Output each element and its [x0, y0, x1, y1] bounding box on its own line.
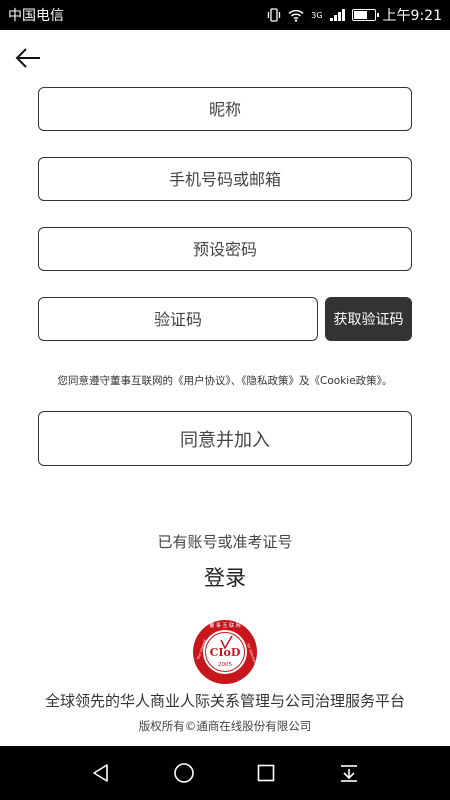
nav-home-button[interactable] — [169, 758, 199, 788]
password-input[interactable] — [39, 228, 411, 270]
vibrate-icon — [268, 8, 281, 22]
nav-back-button[interactable] — [86, 758, 116, 788]
battery-icon — [351, 9, 379, 21]
svg-text:2005: 2005 — [218, 662, 232, 668]
phone-email-input[interactable] — [39, 158, 411, 200]
slogan-text: 全球领先的华人商业人际关系管理与公司治理服务平台 — [44, 692, 405, 710]
arrow-left-icon — [15, 48, 40, 68]
status-icons: 3G 上午9:21 — [267, 5, 442, 25]
clock-label: 上午9:21 — [382, 8, 442, 24]
nickname-field[interactable] — [38, 87, 412, 131]
back-icon — [93, 764, 109, 782]
recents-icon — [257, 764, 275, 782]
back-button[interactable] — [10, 42, 46, 74]
network-type-label: 3G — [311, 10, 323, 20]
system-nav-bar — [0, 746, 450, 800]
nav-recents-button[interactable] — [251, 758, 281, 788]
wifi-icon — [288, 9, 304, 22]
verification-code-field[interactable] — [38, 297, 318, 341]
get-code-button[interactable]: 获取验证码 — [325, 297, 412, 341]
cid-logo: CIoD 2005 董 事 互 联 网 The Internet for Dir… — [193, 620, 257, 684]
signal-icon — [329, 9, 345, 21]
notification-pull-icon — [340, 765, 357, 782]
login-link[interactable]: 登录 — [185, 562, 265, 592]
status-bar: 中国电信 3G 上午9:21 — [0, 0, 450, 30]
carrier-label: 中国电信 — [8, 8, 64, 24]
phone-email-field[interactable] — [38, 157, 412, 201]
verification-code-input[interactable] — [39, 298, 317, 340]
home-icon — [173, 763, 194, 783]
agreement-text: 您同意遵守董事互联网的《用户协议》、《隐私政策》及《Cookie政策》。 — [57, 375, 393, 387]
svg-text:董 事 互 联 网: 董 事 互 联 网 — [209, 622, 240, 629]
copyright-text: 版权所有©通商在线股份有限公司 — [138, 719, 312, 733]
nickname-input[interactable] — [39, 88, 411, 130]
password-field[interactable] — [38, 227, 412, 271]
nav-notification-button[interactable] — [334, 758, 364, 788]
have-account-text: 已有账号或准考证号 — [157, 533, 293, 551]
agree-join-button[interactable]: 同意并加入 — [38, 411, 412, 466]
